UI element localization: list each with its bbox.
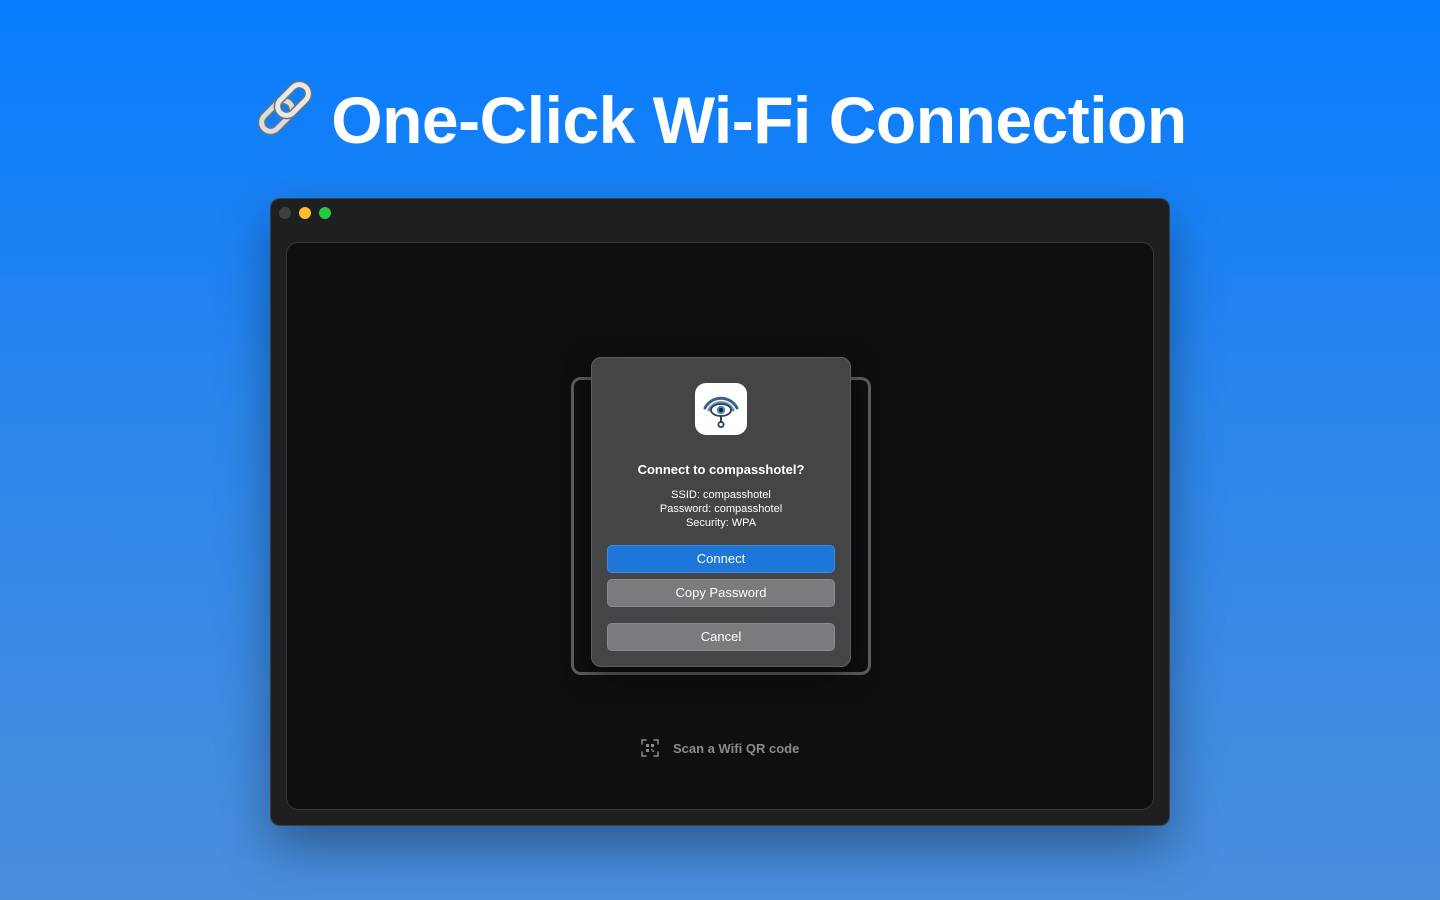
- scan-qr-button[interactable]: Scan a Wifi QR code: [641, 739, 799, 757]
- minimize-window-button[interactable]: [299, 207, 311, 219]
- window-controls: [279, 207, 331, 219]
- zoom-window-button[interactable]: [319, 207, 331, 219]
- connect-dialog: Connect to compasshotel? SSID: compassho…: [591, 357, 851, 667]
- dialog-title: Connect to compasshotel?: [637, 462, 805, 477]
- ssid-line: SSID: compasshotel: [671, 489, 771, 501]
- wifi-eye-app-icon: [695, 383, 747, 435]
- network-details: SSID: compasshotel Password: compasshote…: [592, 488, 850, 530]
- link-icon: [253, 80, 317, 160]
- app-window: Connect to compasshotel? SSID: compassho…: [270, 198, 1170, 826]
- security-line: Security: WPA: [685, 517, 757, 529]
- password-line: Password: compasshotel: [659, 503, 783, 515]
- headline-text: One-Click Wi-Fi Connection: [331, 83, 1187, 157]
- page-headline: One-Click Wi-Fi Connection: [0, 80, 1440, 160]
- content-area: Connect to compasshotel? SSID: compassho…: [286, 242, 1154, 810]
- scan-qr-label: Scan a Wifi QR code: [673, 740, 800, 756]
- close-window-button[interactable]: [279, 207, 291, 219]
- copy-password-button[interactable]: Copy Password: [607, 579, 835, 607]
- connect-button[interactable]: Connect: [607, 545, 835, 573]
- qr-code-scan-icon: [641, 739, 659, 757]
- cancel-button[interactable]: Cancel: [607, 623, 835, 651]
